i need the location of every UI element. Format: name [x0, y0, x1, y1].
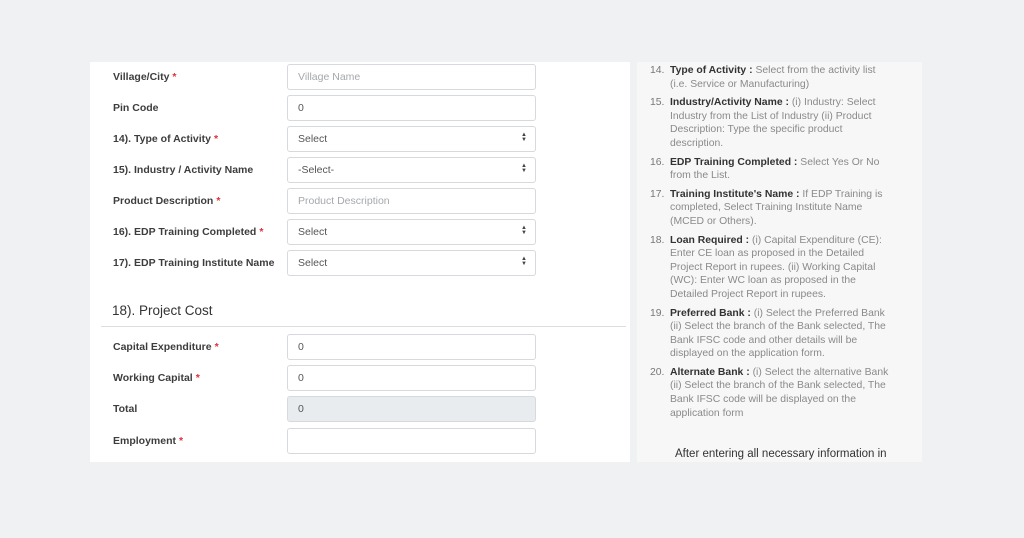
sort-arrows-icon: ▲ ▼: [521, 163, 527, 175]
field-label: Village/City *: [113, 70, 278, 85]
label-text: 17). EDP Training Institute Name: [113, 257, 275, 269]
required-mark: *: [216, 195, 221, 207]
form-row-village-city: Village/City * Village Name: [90, 64, 630, 90]
help-item-industry-activity-name: 15. Industry/Activity Name : (i) Industry…: [650, 96, 890, 150]
sort-arrows-icon: ▲ ▼: [521, 225, 527, 237]
total-input: 0: [287, 396, 536, 422]
after-text: After entering all necessary information…: [675, 448, 887, 460]
help-item-preferred-bank: 19. Preferred Bank : (i) Select the Prefe…: [650, 307, 890, 361]
field-value: Village Name: [298, 71, 361, 83]
required-mark: *: [195, 372, 200, 384]
application-form-panel: Village/City * Village Name Pin Code 0 14).…: [90, 62, 630, 462]
help-item-loan-required: 18. Loan Required : (i) Capital Expenditu…: [650, 234, 890, 302]
field-label: 15). Industry / Activity Name: [113, 163, 278, 178]
label-text: Working Capital: [113, 372, 193, 384]
item-title: Alternate Bank :: [670, 366, 750, 378]
item-number: 20.: [650, 366, 665, 378]
working-capital-input[interactable]: 0: [287, 365, 536, 391]
sort-arrows-icon: ▲ ▼: [521, 132, 527, 144]
16-edp-training-completed-select[interactable]: Select ▲ ▼: [287, 219, 536, 245]
item-title: Loan Required :: [670, 234, 750, 246]
label-text: Employment: [113, 435, 177, 447]
item-number: 18.: [650, 234, 665, 246]
item-title: Industry/Activity Name :: [670, 97, 789, 109]
product-description-input[interactable]: Product Description: [287, 188, 536, 214]
required-mark: *: [172, 71, 177, 83]
field-label: Pin Code: [113, 101, 278, 116]
field-value: Select: [298, 226, 328, 238]
required-mark: *: [214, 341, 219, 353]
label-text: Product Description: [113, 195, 214, 207]
label-text: Capital Expenditure: [113, 341, 212, 353]
help-item-alternate-bank: 20. Alternate Bank : (i) Select the alter…: [650, 366, 890, 420]
form-row-product-description: Product Description * Product Description: [90, 188, 630, 214]
label-text: Village/City: [113, 71, 170, 83]
label-text: 16). EDP Training Completed: [113, 226, 257, 238]
item-title: Type of Activity :: [670, 65, 753, 76]
item-title: Training Institute's Name :: [670, 188, 800, 200]
field-label: Total: [113, 402, 278, 417]
label-text: Pin Code: [113, 102, 159, 114]
required-mark: *: [179, 435, 184, 447]
field-label: Employment *: [113, 434, 278, 449]
item-number: 14.: [650, 65, 665, 76]
item-number: 15.: [650, 97, 665, 109]
section-heading-project-cost: 18). Project Cost: [112, 303, 213, 318]
form-row-16-edp-training-completed: 16). EDP Training Completed * Select ▲ ▼: [90, 219, 630, 245]
field-label: 14). Type of Activity *: [113, 132, 278, 147]
form-row-pin-code: Pin Code 0: [90, 95, 630, 121]
14-type-of-activity-select[interactable]: Select ▲ ▼: [287, 126, 536, 152]
field-value: 0: [298, 372, 304, 384]
employment-input[interactable]: [287, 428, 536, 454]
item-number: 17.: [650, 188, 665, 200]
form-row-total: Total 0: [90, 396, 630, 422]
form-row-17-edp-training-institute-name: 17). EDP Training Institute Name Select ▲…: [90, 250, 630, 276]
15-industry-activity-name-select[interactable]: -Select- ▲ ▼: [287, 157, 536, 183]
field-label: Capital Expenditure *: [113, 340, 278, 355]
sort-arrows-icon: ▲ ▼: [521, 256, 527, 268]
help-item-training-institute-s-name: 17. Training Institute's Name : If EDP Tr…: [650, 188, 890, 229]
form-row-capital-expenditure: Capital Expenditure * 0: [90, 334, 630, 360]
pin-code-input[interactable]: 0: [287, 95, 536, 121]
field-value: 0: [298, 102, 304, 114]
field-label: 16). EDP Training Completed *: [113, 225, 278, 240]
form-row-14-type-of-activity: 14). Type of Activity * Select ▲ ▼: [90, 126, 630, 152]
required-mark: *: [259, 226, 264, 238]
form-row-employment: Employment *: [90, 428, 630, 454]
17-edp-training-institute-name-select[interactable]: Select ▲ ▼: [287, 250, 536, 276]
item-title: Preferred Bank :: [670, 307, 751, 319]
help-item-type-of-activity: 14. Type of Activity : Select from the ac…: [650, 64, 890, 91]
field-value: Select: [298, 257, 328, 269]
field-value: Product Description: [298, 195, 390, 207]
help-list: 14. Type of Activity : Select from the ac…: [650, 64, 890, 425]
form-row-15-industry-activity-name: 15). Industry / Activity Name -Select- ▲ ▼: [90, 157, 630, 183]
field-value: 0: [298, 403, 304, 415]
item-title: EDP Training Completed :: [670, 156, 798, 168]
field-label: 17). EDP Training Institute Name: [113, 256, 278, 271]
label-text: Total: [113, 403, 138, 415]
help-instructions-panel: 14. Type of Activity : Select from the ac…: [637, 62, 922, 462]
field-label: Working Capital *: [113, 371, 278, 386]
form-row-working-capital: Working Capital * 0: [90, 365, 630, 391]
divider: [101, 326, 626, 327]
required-mark: *: [214, 133, 219, 145]
field-value: Select: [298, 133, 328, 145]
field-value: -Select-: [298, 164, 335, 176]
field-label: Product Description *: [113, 194, 278, 209]
item-number: 16.: [650, 156, 665, 168]
field-value: 0: [298, 341, 304, 353]
capital-expenditure-input[interactable]: 0: [287, 334, 536, 360]
label-text: 15). Industry / Activity Name: [113, 164, 254, 176]
item-number: 19.: [650, 307, 665, 319]
label-text: 14). Type of Activity: [113, 133, 212, 145]
help-item-edp-training-completed: 16. EDP Training Completed : Select Yes O…: [650, 156, 890, 183]
village-city-input[interactable]: Village Name: [287, 64, 536, 90]
